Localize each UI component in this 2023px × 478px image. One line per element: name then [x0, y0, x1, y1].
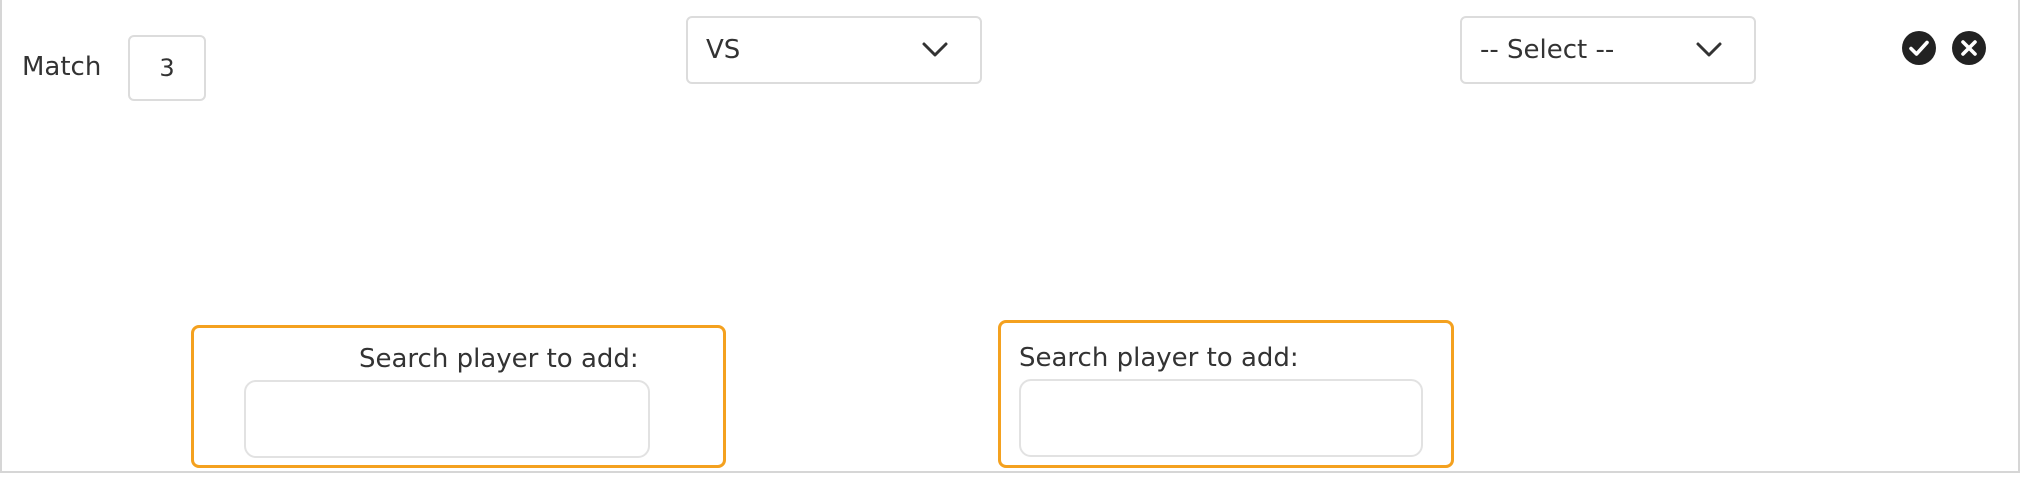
search-player-input[interactable] — [1019, 379, 1423, 457]
vs-select-value: VS — [706, 35, 741, 65]
match-label: Match — [22, 52, 102, 82]
team-select[interactable]: -- Select -- — [1460, 16, 1756, 84]
match-row-panel: Match 3 VS -- Select -- Search player to… — [0, 0, 2020, 473]
chevron-down-icon — [922, 42, 948, 57]
check-circle-icon[interactable] — [1901, 30, 1937, 66]
search-player-panel-left: Search player to add: — [191, 325, 726, 468]
search-player-panel-right: Search player to add: — [998, 320, 1454, 468]
match-number-field[interactable]: 3 — [128, 35, 206, 101]
team-select-value: -- Select -- — [1480, 35, 1615, 65]
vs-select[interactable]: VS — [686, 16, 982, 84]
search-player-input[interactable] — [244, 380, 650, 458]
search-player-label: Search player to add: — [359, 344, 639, 374]
close-circle-icon[interactable] — [1951, 30, 1987, 66]
chevron-down-icon — [1696, 42, 1722, 57]
search-player-label: Search player to add: — [1019, 343, 1299, 373]
